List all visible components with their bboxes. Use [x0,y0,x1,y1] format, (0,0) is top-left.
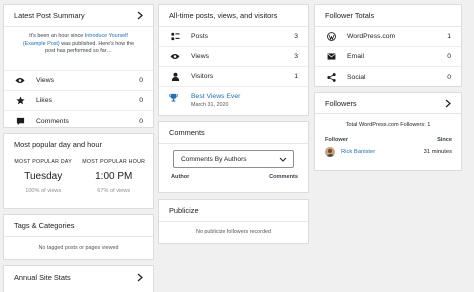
stat-value: 0 [447,53,451,60]
stat-label: Likes [36,97,52,104]
wordpress-icon [325,31,337,43]
popular-day-hour-header: Most popular day and hour [4,134,153,154]
follower-totals-card: Follower Totals WordPress.com 1 Email 0 … [314,4,462,87]
alltime-row-visitors: Visitors 1 [159,67,308,87]
follower-cell: Rick Banister [325,147,375,157]
tags-categories-card: Tags & Categories No tagged posts or pag… [3,214,154,260]
stat-label: Social [347,73,366,81]
chevron-right-icon[interactable] [135,272,145,282]
card-title: All-time posts, views, and visitors [169,11,278,20]
stat-row-comments: Comments 0 [4,111,153,131]
followers-total: Total WordPress.com Followers: 1 [345,122,431,128]
annual-site-stats-card: Annual Site Stats [3,265,154,292]
day-heading: MOST POPULAR DAY [14,159,73,165]
stat-value: 3 [294,53,298,60]
chevron-right-icon[interactable] [443,98,453,108]
best-views-ever: Best Views Ever March 31, 2020 [159,87,308,114]
hour-percent: 67% of views [97,188,131,194]
alltime-card: All-time posts, views, and visitors Post… [158,4,309,116]
publicize-card: Publicize No publicize followers recorde… [158,199,309,244]
email-icon [325,51,337,63]
eye-icon [14,75,26,87]
follower-row-wordpress: WordPress.com 1 [315,27,461,47]
stat-label: Views [36,77,55,84]
followers-columns: Follower Since [315,128,461,143]
card-title: Publicize [169,206,199,215]
trophy-icon [169,93,181,102]
stat-label: Visitors [191,73,214,80]
followers-header[interactable]: Followers [315,93,461,114]
follower-row-social: Social 0 [315,67,461,87]
posts-icon [169,31,181,43]
followers-card: Followers Total WordPress.com Followers:… [314,92,462,171]
popular-day-hour-card: Most popular day and hour MOST POPULAR D… [3,133,154,209]
latest-post-summary-card: Latest Post Summary It's been an hour si… [3,4,154,128]
comments-select[interactable]: Comments By Authors [173,150,294,168]
since-column-header: Since [437,137,452,143]
comment-icon [14,115,26,127]
avatar [325,147,335,157]
stat-value: 1 [447,33,451,40]
stat-value: 0 [139,97,143,104]
card-title: Followers [325,98,357,108]
stat-value: 0 [139,77,143,84]
comments-header: Comments [159,122,308,144]
latest-post-summary-header[interactable]: Latest Post Summary [4,5,153,27]
best-views-label[interactable]: Best Views Ever [191,93,240,100]
alltime-row-posts: Posts 3 [159,27,308,47]
alltime-header: All-time posts, views, and visitors [159,5,308,27]
follower-column-header: Follower [325,137,348,143]
annual-header[interactable]: Annual Site Stats [4,266,153,288]
stat-label: Posts [191,33,208,40]
follower-row-email: Email 0 [315,47,461,67]
popular-hour: MOST POPULAR HOUR 1:00 PM 67% of views [79,159,150,194]
latest-post-text: It's been an hour since Introduce Yourse… [4,27,153,70]
stat-label: Views [191,53,210,60]
publicize-empty-message: No publicize followers recorded [196,229,271,235]
comments-card: Comments Comments By Authors Author Comm… [158,121,309,193]
hour-value: 1:00 PM [95,171,133,182]
latest-post-stats: Views 0 Likes 0 Comments 0 [4,70,153,131]
chevron-down-icon [279,157,287,162]
star-icon [14,95,26,107]
eye-icon [169,51,181,63]
stat-value: 0 [139,117,143,125]
card-title: Annual Site Stats [14,272,71,282]
comments-column-header: Comments [269,174,298,180]
stat-row-views: Views 0 [4,71,153,91]
follower-since: 31 minutes [423,149,452,155]
social-icon [325,71,337,83]
publicize-header: Publicize [159,200,308,222]
summary-prefix: It's been an hour since [29,33,84,39]
follower-name-link[interactable]: Rick Banister [341,149,375,155]
chevron-right-icon[interactable] [135,11,145,21]
popular-stats: MOST POPULAR DAY Tuesday 100% of views M… [4,154,153,194]
best-views-date: March 31, 2020 [191,102,229,108]
stat-label: WordPress.com [347,33,396,40]
stat-label: Email [347,53,364,60]
stat-value: 1 [294,73,298,80]
day-value: Tuesday [24,171,63,182]
card-title: Latest Post Summary [14,11,85,20]
comments-select-value: Comments By Authors [181,155,247,163]
follower-row: Rick Banister 31 minutes [315,143,461,157]
popular-day: MOST POPULAR DAY Tuesday 100% of views [8,159,79,194]
stat-value: 0 [447,73,451,81]
stat-label: Comments [36,117,69,125]
alltime-row-views: Views 3 [159,47,308,67]
person-icon [169,71,181,83]
stat-value: 3 [294,33,298,40]
card-title: Tags & Categories [14,221,75,230]
comments-columns: Author Comments [159,168,308,180]
tags-header: Tags & Categories [4,215,153,237]
stat-row-likes: Likes 0 [4,91,153,111]
author-column-header: Author [171,174,190,180]
follower-totals-header: Follower Totals [315,5,461,27]
card-title: Comments [169,128,205,137]
hour-heading: MOST POPULAR HOUR [82,159,146,165]
card-title: Follower Totals [325,11,375,20]
day-percent: 100% of views [25,188,62,194]
tags-empty-message: No tagged posts or pages viewed [38,245,119,251]
card-title: Most popular day and hour [14,139,102,149]
